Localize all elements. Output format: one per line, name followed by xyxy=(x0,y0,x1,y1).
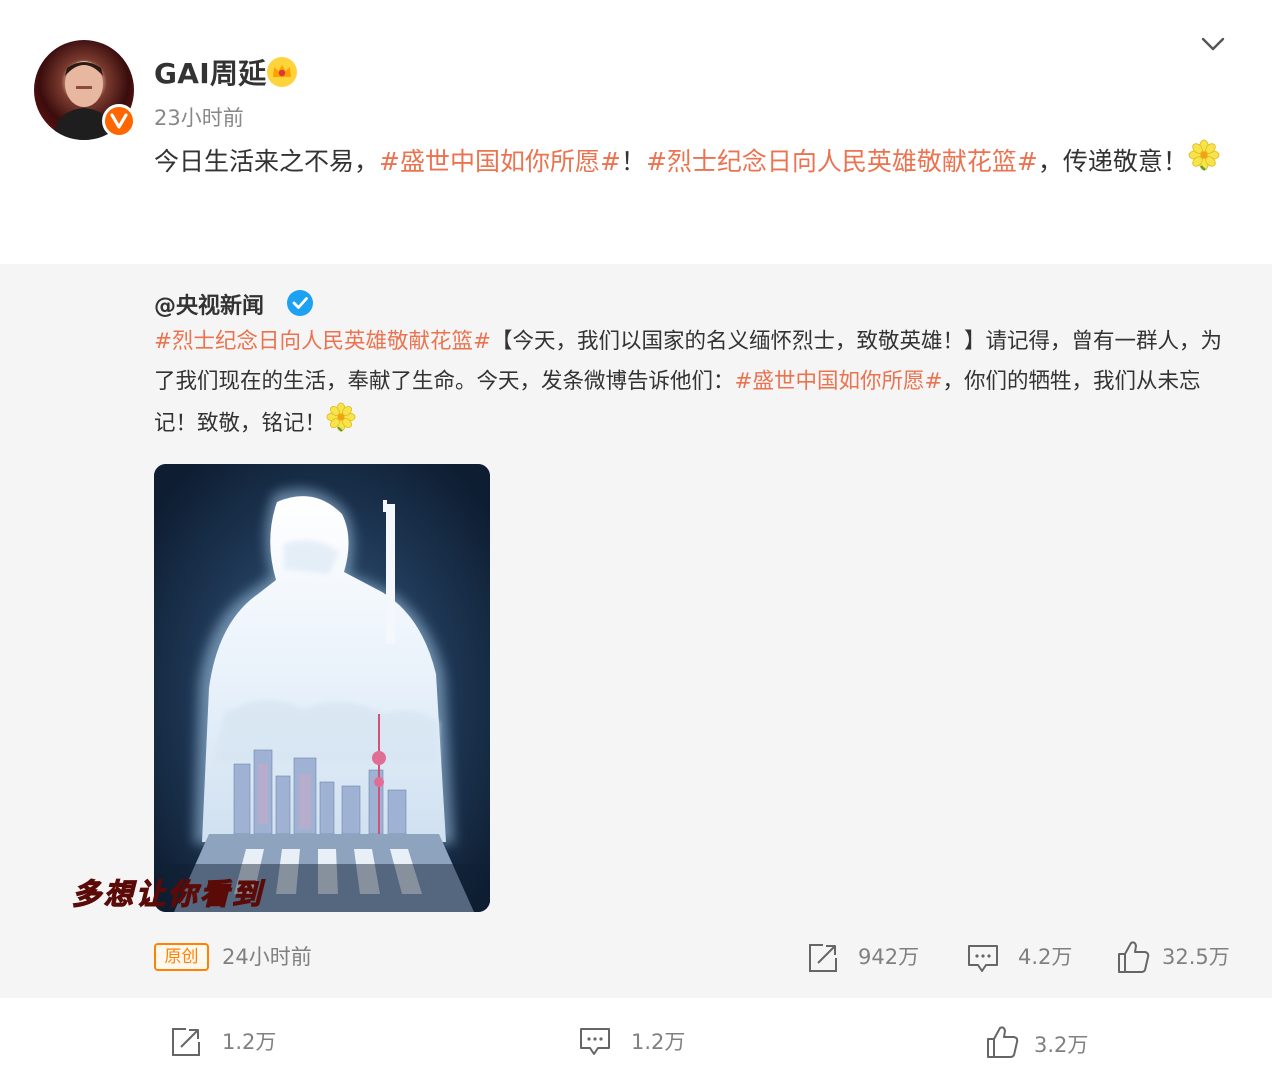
post-text-segment: 今日生活来之不易， xyxy=(154,147,380,176)
vip-crown-icon[interactable] xyxy=(266,56,298,88)
topic-link[interactable]: #烈士纪念日向人民英雄敬献花篮# xyxy=(646,147,1038,176)
repost-time[interactable]: 24小时前 xyxy=(222,941,312,971)
repost-comment-count[interactable]: 4.2万 xyxy=(1018,941,1072,971)
post-time[interactable]: 23小时前 xyxy=(154,102,244,132)
like-icon[interactable] xyxy=(985,1024,1019,1060)
share-icon[interactable] xyxy=(169,1025,203,1059)
comment-icon[interactable] xyxy=(578,1024,612,1058)
original-badge: 原创 xyxy=(154,943,209,971)
poster-image[interactable] xyxy=(154,464,490,912)
topic-link[interactable]: #盛世中国如你所愿# xyxy=(735,369,943,394)
flower-emoji-icon xyxy=(326,402,356,446)
share-icon[interactable] xyxy=(806,941,840,975)
repost-text: #烈士纪念日向人民英雄敬献花篮#【今天，我们以国家的名义缅怀烈士，致敬英雄！】请… xyxy=(154,322,1229,446)
post-text-segment: ！ xyxy=(620,147,646,176)
user-name[interactable]: GAI周延 xyxy=(154,52,267,92)
topic-link[interactable]: #烈士纪念日向人民英雄敬献花篮# xyxy=(154,329,491,354)
verified-badge-icon xyxy=(102,104,136,138)
chevron-down-icon[interactable] xyxy=(1196,28,1230,62)
topic-link[interactable]: #盛世中国如你所愿# xyxy=(379,147,621,176)
flower-emoji-icon xyxy=(1188,139,1220,187)
repost-like-count[interactable]: 32.5万 xyxy=(1162,941,1230,971)
footer-share-count[interactable]: 1.2万 xyxy=(222,1026,276,1056)
poster-caption-text: 多想让你看到 xyxy=(72,877,266,911)
poster-caption: 多想让你看到 xyxy=(71,876,266,911)
footer-like-count[interactable]: 3.2万 xyxy=(1034,1029,1088,1059)
post-text-segment: ，传递敬意！ xyxy=(1037,147,1188,176)
comment-icon[interactable] xyxy=(966,941,1000,975)
post-text: 今日生活来之不易，#盛世中国如你所愿#！#烈士纪念日向人民英雄敬献花篮#，传递敬… xyxy=(154,138,1244,187)
verified-blue-icon xyxy=(287,290,313,316)
repost-share-count[interactable]: 942万 xyxy=(858,941,919,971)
footer-comment-count[interactable]: 1.2万 xyxy=(631,1026,685,1056)
repost-author[interactable]: @央视新闻 xyxy=(154,288,264,320)
like-icon[interactable] xyxy=(1116,939,1150,975)
